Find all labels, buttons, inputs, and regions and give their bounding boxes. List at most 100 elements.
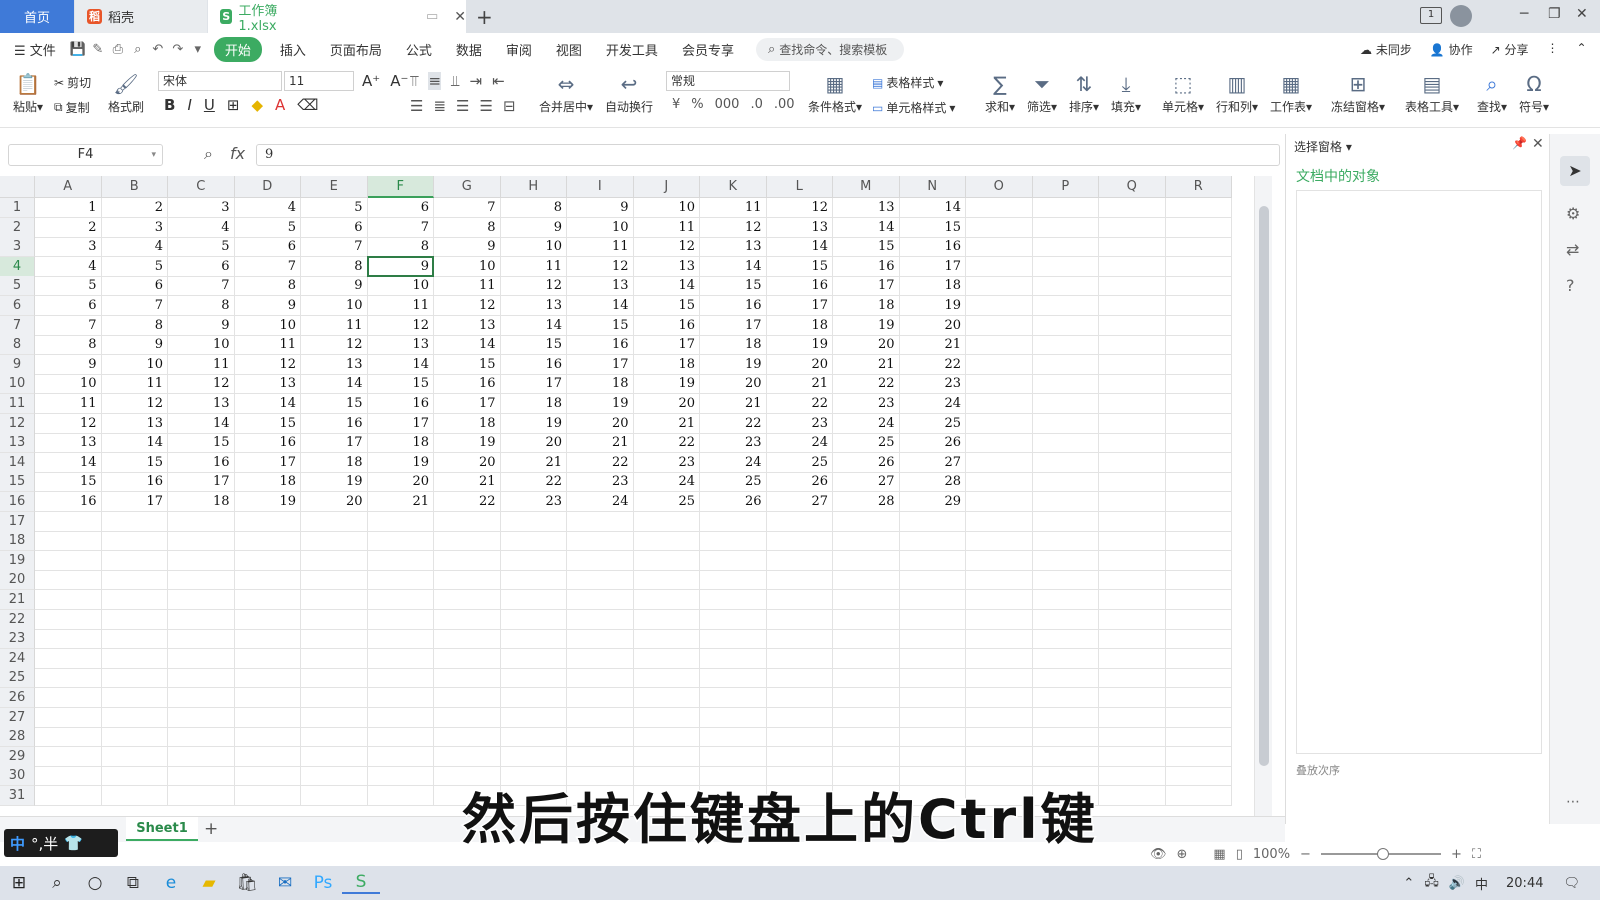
- cell-Q11[interactable]: [1099, 394, 1166, 414]
- cell-C9[interactable]: 11: [168, 354, 235, 375]
- cell-D3[interactable]: 6: [234, 237, 301, 258]
- cell-H20[interactable]: [500, 570, 567, 591]
- cell-Q31[interactable]: [1099, 786, 1166, 806]
- cell-R24[interactable]: [1165, 648, 1232, 669]
- cell-P12[interactable]: [1032, 413, 1099, 434]
- cell-N25[interactable]: [899, 668, 966, 689]
- cell-L17[interactable]: [766, 511, 833, 532]
- cell-H13[interactable]: 20: [500, 433, 567, 454]
- row-header-20[interactable]: 20: [0, 570, 35, 591]
- cell-N21[interactable]: [899, 590, 966, 610]
- row-header-18[interactable]: 18: [0, 531, 35, 552]
- cell-O10[interactable]: [966, 374, 1033, 395]
- row-col-button[interactable]: ▥ 行和列▾: [1214, 70, 1260, 115]
- column-header-i[interactable]: I: [567, 176, 634, 198]
- cell-D23[interactable]: [234, 629, 301, 650]
- cell-H23[interactable]: [500, 629, 567, 650]
- fullscreen-icon[interactable]: ⛶: [1472, 847, 1481, 862]
- cell-P24[interactable]: [1032, 648, 1099, 669]
- new-tab-button[interactable]: +: [476, 5, 493, 29]
- help-icon[interactable]: ?: [1566, 276, 1575, 295]
- cell-C14[interactable]: 16: [168, 452, 235, 473]
- cell-R27[interactable]: [1165, 707, 1232, 728]
- cell-F28[interactable]: [367, 727, 434, 748]
- cell-N11[interactable]: 24: [899, 394, 966, 414]
- cell-button[interactable]: ⬚ 单元格▾: [1160, 70, 1206, 115]
- cell-Q16[interactable]: [1099, 492, 1166, 512]
- cursor-select-icon[interactable]: ➤: [1560, 156, 1590, 186]
- cell-K5[interactable]: 15: [700, 276, 767, 297]
- zoom-slider[interactable]: [1320, 848, 1441, 860]
- cell-A26[interactable]: [35, 688, 102, 708]
- zoom-in-icon[interactable]: +: [1451, 847, 1462, 862]
- cell-R18[interactable]: [1165, 531, 1232, 552]
- cell-O29[interactable]: [966, 746, 1033, 767]
- cell-B15[interactable]: 16: [101, 472, 168, 493]
- cell-N4[interactable]: 17: [899, 256, 966, 277]
- menu-view[interactable]: 视图: [544, 40, 594, 59]
- cell-D30[interactable]: [234, 766, 301, 787]
- cell-B10[interactable]: 11: [101, 374, 168, 395]
- cell-E16[interactable]: 20: [301, 492, 368, 512]
- cell-F9[interactable]: 14: [367, 354, 434, 375]
- cell-F1[interactable]: 6: [367, 198, 434, 218]
- row-header-21[interactable]: 21: [0, 590, 35, 610]
- cell-C11[interactable]: 13: [168, 394, 235, 414]
- cell-C8[interactable]: 10: [168, 335, 235, 356]
- pin-tab-icon[interactable]: ▭: [426, 9, 438, 24]
- cell-F27[interactable]: [367, 707, 434, 728]
- cell-B21[interactable]: [101, 590, 168, 610]
- cell-F2[interactable]: 7: [367, 217, 434, 238]
- cell-E9[interactable]: 13: [301, 354, 368, 375]
- cell-O7[interactable]: [966, 315, 1033, 336]
- cell-R20[interactable]: [1165, 570, 1232, 591]
- cell-E11[interactable]: 15: [301, 394, 368, 414]
- cell-B27[interactable]: [101, 707, 168, 728]
- cell-Q12[interactable]: [1099, 413, 1166, 434]
- avatar[interactable]: [1450, 5, 1472, 27]
- cell-L18[interactable]: [766, 531, 833, 552]
- cell-F3[interactable]: 8: [367, 237, 434, 258]
- cell-F11[interactable]: 16: [367, 394, 434, 414]
- cell-J26[interactable]: [633, 688, 700, 708]
- cell-C21[interactable]: [168, 590, 235, 610]
- cell-P7[interactable]: [1032, 315, 1099, 336]
- cell-I18[interactable]: [567, 531, 634, 552]
- network-icon[interactable]: 🖧: [1424, 872, 1439, 894]
- cell-B18[interactable]: [101, 531, 168, 552]
- cell-C12[interactable]: 14: [168, 413, 235, 434]
- cell-R28[interactable]: [1165, 727, 1232, 748]
- cell-C2[interactable]: 4: [168, 217, 235, 238]
- row-header-8[interactable]: 8: [0, 335, 35, 356]
- cell-F22[interactable]: [367, 609, 434, 630]
- cell-H28[interactable]: [500, 727, 567, 748]
- undo-icon[interactable]: ↶: [148, 42, 168, 57]
- sum-button[interactable]: ∑ 求和▾: [982, 70, 1018, 115]
- cell-A30[interactable]: [35, 766, 102, 787]
- cell-E7[interactable]: 11: [301, 315, 368, 336]
- cell-A27[interactable]: [35, 707, 102, 728]
- cell-D25[interactable]: [234, 668, 301, 689]
- taskbar-search-icon[interactable]: ⌕: [38, 873, 76, 893]
- cell-H9[interactable]: 16: [500, 354, 567, 375]
- pin-pane-icon[interactable]: 📌: [1512, 136, 1527, 150]
- align-right-icon[interactable]: ☰: [456, 97, 469, 115]
- cell-I28[interactable]: [567, 727, 634, 748]
- cell-I19[interactable]: [567, 550, 634, 571]
- cell-L25[interactable]: [766, 668, 833, 689]
- cell-Q17[interactable]: [1099, 511, 1166, 532]
- cell-F14[interactable]: 19: [367, 452, 434, 473]
- cell-M7[interactable]: 19: [833, 315, 900, 336]
- cell-A7[interactable]: 7: [35, 315, 102, 336]
- cell-I20[interactable]: [567, 570, 634, 591]
- cell-C3[interactable]: 5: [168, 237, 235, 258]
- cell-L19[interactable]: [766, 550, 833, 571]
- cell-E12[interactable]: 16: [301, 413, 368, 434]
- align-bottom-icon[interactable]: ⫫: [451, 72, 459, 90]
- command-search[interactable]: ⌕ 查找命令、搜索模板: [755, 38, 904, 61]
- cell-M18[interactable]: [833, 531, 900, 552]
- selection-pane-title[interactable]: 选择窗格 ▾: [1294, 138, 1352, 155]
- cell-M26[interactable]: [833, 688, 900, 708]
- cell-J25[interactable]: [633, 668, 700, 689]
- cell-L5[interactable]: 16: [766, 276, 833, 297]
